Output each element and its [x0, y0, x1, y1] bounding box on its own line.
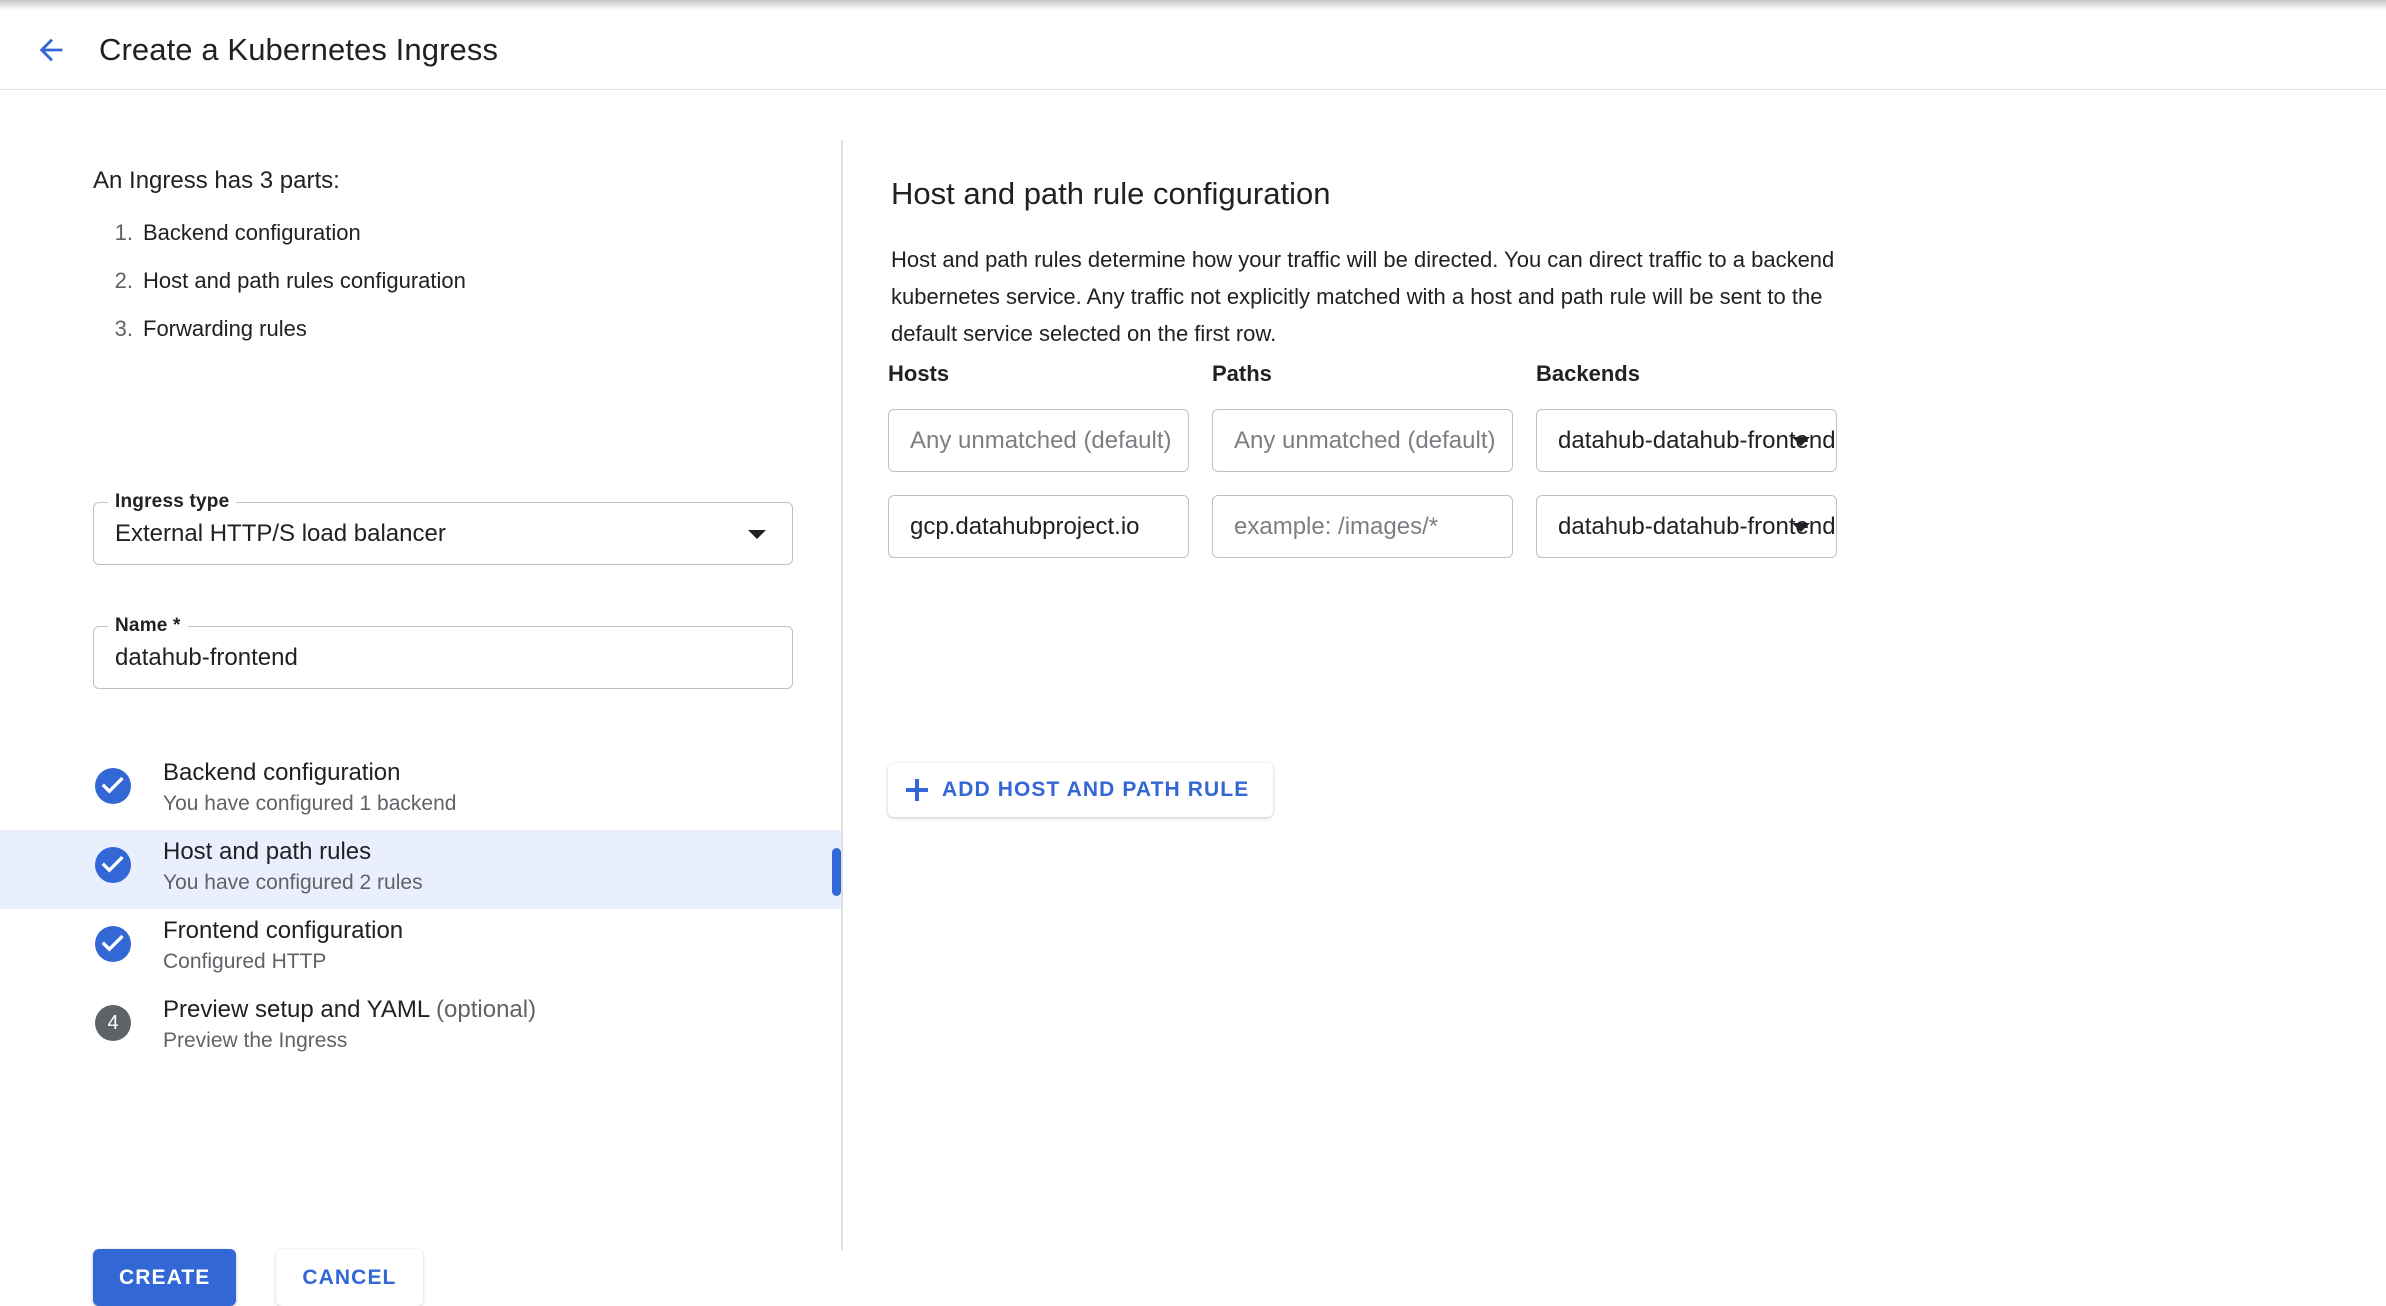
form-actions: CREATE CANCEL	[93, 1249, 423, 1306]
step-backend-configuration[interactable]: Backend configuration You have configure…	[0, 751, 841, 830]
step-title: Backend configuration	[163, 759, 456, 787]
backend-select-value: datahub-datahub-frontend	[1537, 513, 1836, 541]
back-button[interactable]	[30, 29, 72, 71]
check-icon	[95, 926, 131, 962]
chevron-down-icon	[1792, 523, 1810, 532]
left-panel: An Ingress has 3 parts: 1. Backend confi…	[0, 91, 841, 1282]
ingress-parts-list: 1. Backend configuration 2. Host and pat…	[93, 209, 466, 353]
name-field[interactable]: Name * datahub-frontend	[93, 626, 793, 689]
cancel-button[interactable]: CANCEL	[276, 1249, 422, 1306]
list-item-label: Backend configuration	[143, 220, 361, 245]
table-row: Any unmatched (default) Any unmatched (d…	[888, 409, 2308, 472]
host-input-row-2[interactable]: gcp.datahubproject.io	[888, 495, 1189, 558]
path-input-placeholder: Any unmatched (default)	[1213, 427, 1495, 455]
ingress-type-select[interactable]: Ingress type External HTTP/S load balanc…	[93, 502, 793, 565]
step-optional-text: (optional)	[429, 996, 536, 1023]
list-item-number: 3.	[93, 305, 133, 353]
column-header-backends: Backends	[1536, 361, 1837, 387]
list-item-label: Host and path rules configuration	[143, 268, 466, 293]
path-input-placeholder: example: /images/*	[1213, 513, 1438, 541]
window-top-edge	[0, 0, 2386, 10]
create-button[interactable]: CREATE	[93, 1249, 236, 1306]
step-list: Backend configuration You have configure…	[0, 751, 841, 1067]
section-title: Host and path rule configuration	[891, 176, 1330, 212]
check-icon	[95, 847, 131, 883]
host-input-row-1[interactable]: Any unmatched (default)	[888, 409, 1189, 472]
step-title: Frontend configuration	[163, 917, 403, 945]
list-item: 2. Host and path rules configuration	[143, 257, 466, 305]
step-title-text: Frontend configuration	[163, 917, 403, 944]
page-header: Create a Kubernetes Ingress	[0, 10, 2386, 90]
right-panel: Host and path rule configuration Host an…	[841, 91, 2386, 1282]
step-number-badge: 4	[95, 1005, 131, 1041]
step-title: Preview setup and YAML (optional)	[163, 996, 536, 1024]
list-item-number: 1.	[93, 209, 133, 257]
chevron-down-icon	[1792, 437, 1810, 446]
list-item: 3. Forwarding rules	[143, 305, 466, 353]
step-title-text: Backend configuration	[163, 759, 401, 786]
path-input-row-1[interactable]: Any unmatched (default)	[1212, 409, 1513, 472]
add-host-and-path-rule-label: ADD HOST AND PATH RULE	[942, 778, 1249, 802]
step-number: 4	[107, 1012, 118, 1035]
step-host-and-path-rules[interactable]: Host and path rules You have configured …	[0, 830, 841, 909]
step-title: Host and path rules	[163, 838, 423, 866]
host-input-value: gcp.datahubproject.io	[889, 513, 1140, 541]
page-title: Create a Kubernetes Ingress	[99, 32, 498, 68]
name-value: datahub-frontend	[115, 627, 298, 688]
table-header-row: Hosts Paths Backends	[888, 361, 2308, 387]
list-item-number: 2.	[93, 257, 133, 305]
step-subtitle: Configured HTTP	[163, 950, 403, 974]
backend-select-row-2[interactable]: datahub-datahub-frontend	[1536, 495, 1837, 558]
list-item: 1. Backend configuration	[143, 209, 466, 257]
host-input-placeholder: Any unmatched (default)	[889, 427, 1171, 455]
backend-select-row-1[interactable]: datahub-datahub-frontend	[1536, 409, 1837, 472]
plus-icon	[906, 779, 928, 801]
step-frontend-configuration[interactable]: Frontend configuration Configured HTTP	[0, 909, 841, 988]
check-icon	[95, 768, 131, 804]
step-subtitle: Preview the Ingress	[163, 1029, 536, 1053]
add-host-and-path-rule-button[interactable]: ADD HOST AND PATH RULE	[888, 763, 1273, 817]
list-item-label: Forwarding rules	[143, 316, 307, 341]
table-row: gcp.datahubproject.io example: /images/*…	[888, 495, 2308, 558]
step-subtitle: You have configured 2 rules	[163, 871, 423, 895]
step-subtitle: You have configured 1 backend	[163, 792, 456, 816]
step-preview-setup-and-yaml[interactable]: 4 Preview setup and YAML (optional) Prev…	[0, 988, 841, 1067]
ingress-type-value: External HTTP/S load balancer	[115, 503, 446, 564]
step-title-text: Preview setup and YAML	[163, 996, 429, 1023]
column-header-paths: Paths	[1212, 361, 1513, 387]
path-input-row-2[interactable]: example: /images/*	[1212, 495, 1513, 558]
host-path-rules-table: Hosts Paths Backends Any unmatched (defa…	[888, 361, 2308, 581]
backend-select-value: datahub-datahub-frontend	[1537, 427, 1836, 455]
ingress-parts-heading: An Ingress has 3 parts:	[93, 167, 340, 195]
step-title-text: Host and path rules	[163, 838, 371, 865]
section-description: Host and path rules determine how your t…	[891, 241, 1891, 352]
column-header-hosts: Hosts	[888, 361, 1189, 387]
active-step-indicator	[832, 848, 841, 896]
chevron-down-icon	[748, 530, 766, 539]
arrow-left-icon	[34, 33, 68, 67]
page-content: An Ingress has 3 parts: 1. Backend confi…	[0, 91, 2386, 1282]
